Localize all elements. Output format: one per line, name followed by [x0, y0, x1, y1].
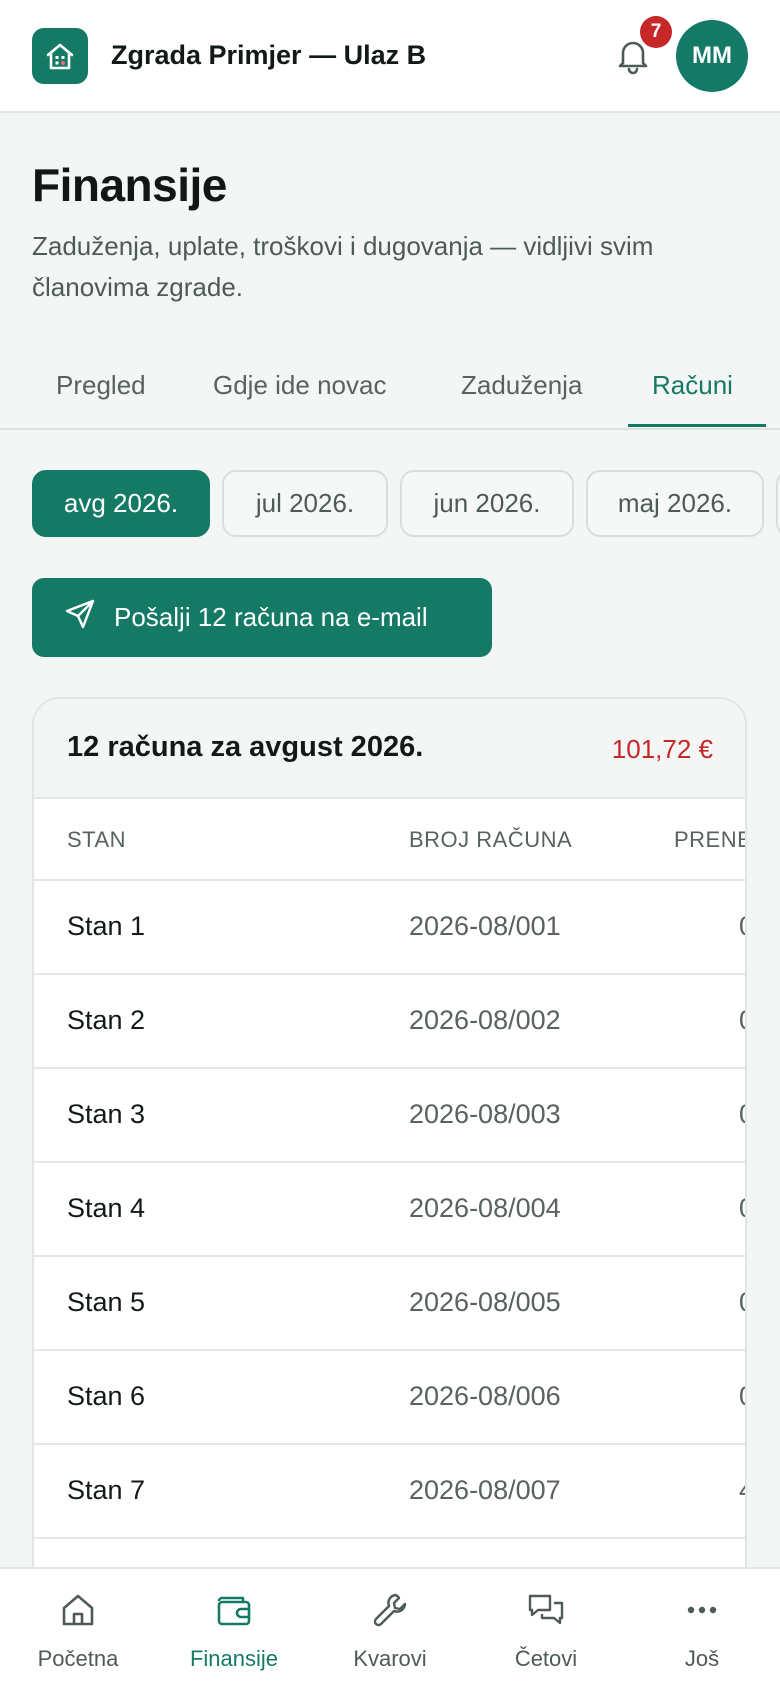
cell-carried-over: 0: [739, 1005, 745, 1036]
bottom-navigation: Početna Finansije Kvarovi Četovi Još: [0, 1567, 780, 1688]
send-invoices-label: Pošalji 12 računa na e-mail: [114, 602, 428, 632]
cell-carried-over: 46: [739, 1475, 745, 1506]
home-icon: [57, 1589, 99, 1631]
wrench-icon: [369, 1589, 411, 1631]
nav-label: Finansije: [189, 1646, 279, 1671]
building-title: Zgrada Primjer — Ulaz B: [111, 40, 427, 70]
nav-item-pocetna[interactable]: Početna: [0, 1569, 156, 1688]
table-row[interactable]: Stan 4 2026-08/004 0: [34, 1163, 745, 1257]
cell-stan: Stan 6: [67, 1381, 146, 1411]
table-row[interactable]: Stan 3 2026-08/003 0: [34, 1069, 745, 1163]
table-row[interactable]: Stan 5 2026-08/005 0: [34, 1257, 745, 1351]
finance-tabs: Pregled Gdje ide novac Zaduženja Računi: [0, 358, 780, 430]
invoices-card-header: 12 računa za avgust 2026. 101,72 €: [34, 699, 745, 799]
month-chip-next[interactable]: [776, 470, 780, 537]
month-chip-maj-2026[interactable]: maj 2026.: [586, 470, 764, 537]
cell-stan: Stan 1: [67, 911, 146, 941]
month-chip-jul-2026[interactable]: jul 2026.: [222, 470, 388, 537]
nav-item-finansije[interactable]: Finansije: [156, 1569, 312, 1688]
cell-stan: Stan 2: [67, 1005, 146, 1035]
cell-invoice-number: 2026-08/003: [409, 1099, 561, 1129]
table-row[interactable]: Stan 7 2026-08/007 46: [34, 1445, 745, 1539]
cell-invoice-number: 2026-08/005: [409, 1287, 561, 1317]
cell-invoice-number: 2026-08/001: [409, 911, 561, 941]
month-chip-jun-2026[interactable]: jun 2026.: [400, 470, 574, 537]
cell-stan: Stan 3: [67, 1099, 146, 1129]
table-row[interactable]: Stan 2 2026-08/002 0: [34, 975, 745, 1069]
send-icon: [64, 598, 96, 637]
chat-icon: [525, 1589, 567, 1631]
table-row[interactable]: Stan 1 2026-08/001 0: [34, 881, 745, 975]
active-tab-indicator: [628, 424, 766, 427]
invoices-title: 12 računa za avgust 2026.: [67, 731, 424, 763]
page-subtitle: Zaduženja, uplate, troškovi i dugovanja …: [32, 231, 654, 302]
building-logo-icon[interactable]: [32, 28, 88, 84]
invoices-total: 101,72 €: [611, 734, 713, 764]
table-row[interactable]: Stan 6 2026-08/006 0: [34, 1351, 745, 1445]
month-chip-avg-2026[interactable]: avg 2026.: [32, 470, 210, 537]
cell-invoice-number: 2026-08/007: [409, 1475, 561, 1505]
cell-invoice-number: 2026-08/002: [409, 1005, 561, 1035]
notification-count-badge: 7: [640, 16, 672, 48]
nav-label: Četovi: [514, 1646, 578, 1671]
nav-item-jos[interactable]: Još: [624, 1569, 780, 1688]
cell-carried-over: 0: [739, 1381, 745, 1412]
nav-label: Još: [684, 1646, 720, 1671]
tab-pregled[interactable]: Pregled: [56, 370, 146, 401]
wallet-icon: [213, 1589, 255, 1631]
page-title: Finansije: [32, 159, 227, 211]
column-header-preneseno: PRENE: [674, 827, 747, 852]
cell-carried-over: 0: [739, 1099, 745, 1130]
more-icon: [681, 1589, 723, 1631]
cell-stan: Stan 7: [67, 1475, 146, 1505]
invoices-card: 12 računa za avgust 2026. 101,72 € STAN …: [32, 697, 747, 1688]
cell-carried-over: 0: [739, 911, 745, 942]
column-header-stan: STAN: [67, 827, 127, 852]
cell-invoice-number: 2026-08/006: [409, 1381, 561, 1411]
nav-label: Kvarovi: [353, 1646, 427, 1671]
cell-carried-over: 0: [739, 1287, 745, 1318]
cell-carried-over: 0: [739, 1193, 745, 1224]
send-invoices-email-button[interactable]: Pošalji 12 računa na e-mail: [32, 578, 492, 657]
tab-gdje-ide-novac[interactable]: Gdje ide novac: [213, 370, 386, 401]
tab-racuni[interactable]: Računi: [652, 370, 733, 401]
cell-stan: Stan 4: [67, 1193, 146, 1223]
nav-item-cetovi[interactable]: Četovi: [468, 1569, 624, 1688]
column-header-broj-racuna: BROJ RAČUNA: [409, 827, 573, 852]
cell-stan: Stan 5: [67, 1287, 146, 1317]
user-avatar[interactable]: MM: [676, 20, 748, 92]
cell-invoice-number: 2026-08/004: [409, 1193, 561, 1223]
tab-zaduzenja[interactable]: Zaduženja: [461, 370, 582, 401]
nav-label: Početna: [37, 1646, 119, 1671]
nav-item-kvarovi[interactable]: Kvarovi: [312, 1569, 468, 1688]
top-bar: Zgrada Primjer — Ulaz B 7 MM: [0, 0, 780, 113]
